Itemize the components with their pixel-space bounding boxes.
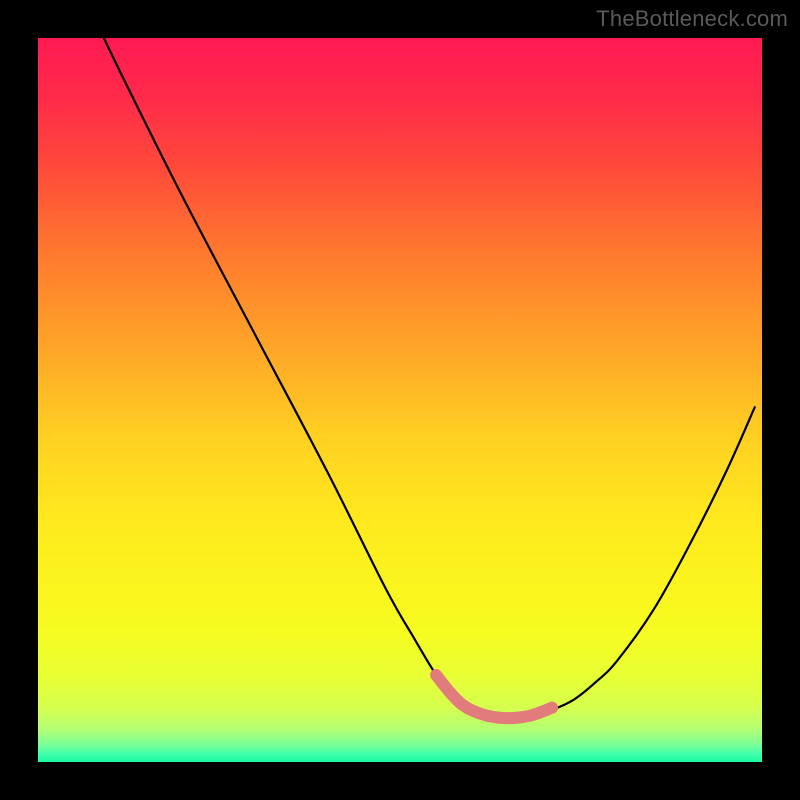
- highlight-endpoint: [430, 669, 442, 681]
- highlight-endpoint: [546, 702, 558, 714]
- chart-root: TheBottleneck.com: [0, 0, 800, 800]
- watermark-label: TheBottleneck.com: [596, 6, 788, 32]
- chart-canvas: [38, 38, 762, 762]
- gradient-background: [38, 38, 762, 762]
- plot-area: [38, 38, 762, 762]
